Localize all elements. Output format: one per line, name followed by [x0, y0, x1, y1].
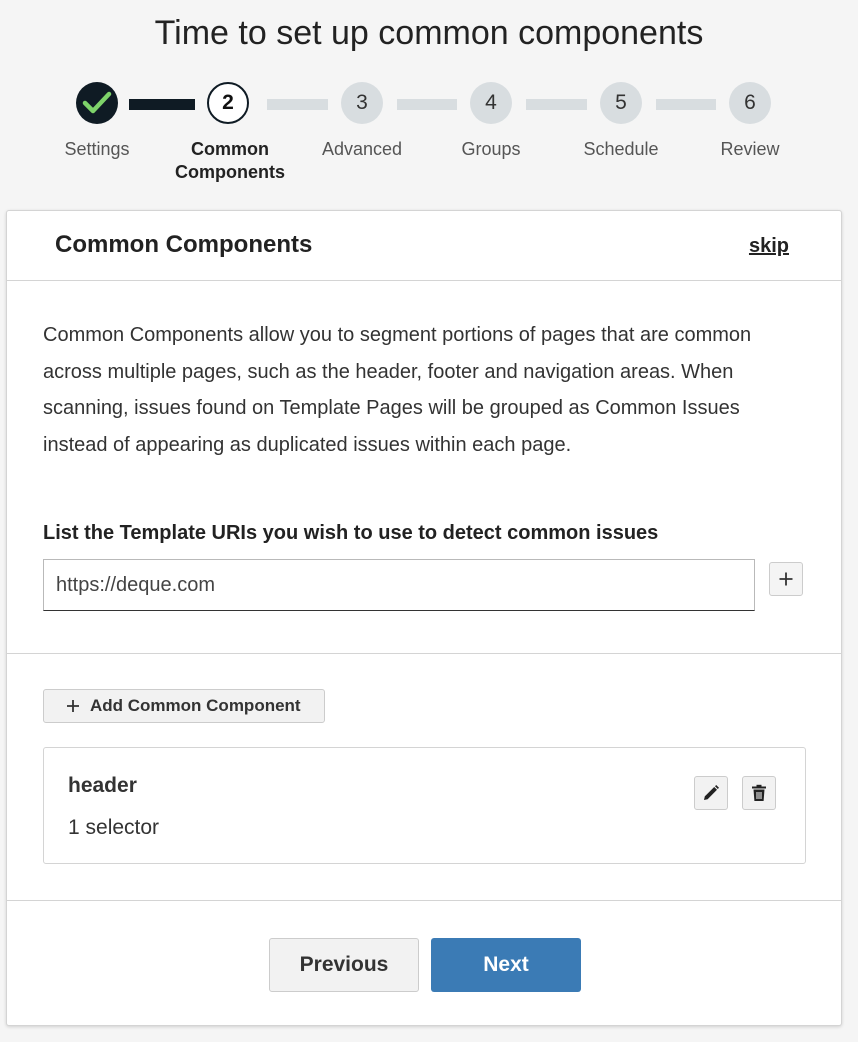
step-1-label: Settings: [27, 138, 167, 161]
step-number: 5: [615, 91, 627, 114]
uri-field-label: List the Template URIs you wish to use t…: [43, 522, 659, 544]
step-label-text: Review: [720, 139, 780, 159]
step-connector: [397, 99, 457, 110]
step-number: 2: [222, 91, 234, 114]
progress-stepper: Settings 2 Common Components 3 Advanced …: [0, 82, 858, 192]
add-common-component-button[interactable]: Add Common Component: [43, 689, 325, 723]
step-2-label: Common Components: [160, 138, 300, 184]
plus-icon: [779, 572, 793, 586]
step-connector-complete: [129, 99, 195, 110]
pencil-icon: [704, 785, 719, 800]
step-4-circle: 4: [470, 82, 512, 124]
step-label-text: Schedule: [583, 139, 659, 159]
card-header: Common Components skip: [7, 211, 841, 281]
check-icon: [82, 91, 112, 114]
component-list-item: header 1 selector: [43, 747, 806, 864]
step-number: 4: [485, 91, 497, 114]
add-common-component-label: Add Common Component: [90, 696, 301, 715]
step-5-label: Schedule: [551, 138, 691, 161]
template-uri-input[interactable]: [43, 559, 755, 611]
trash-icon: [752, 784, 766, 801]
step-5-circle: 5: [600, 82, 642, 124]
step-4-label: Groups: [421, 138, 561, 161]
step-3-label: Advanced: [292, 138, 432, 161]
common-components-card: Common Components skip Common Components…: [6, 210, 842, 1026]
step-connector: [267, 99, 328, 110]
step-2-circle: 2: [207, 82, 249, 124]
step-connector: [656, 99, 716, 110]
section-divider: [7, 900, 841, 901]
step-label-text: Components: [175, 162, 285, 182]
selector-count: 1 selector: [68, 816, 160, 839]
skip-link[interactable]: skip: [749, 235, 789, 258]
component-name: header: [68, 774, 137, 797]
add-uri-button[interactable]: [769, 562, 803, 596]
section-divider: [7, 653, 841, 654]
description-text: Common Components allow you to segment p…: [43, 324, 752, 456]
step-label-text: Advanced: [321, 139, 403, 159]
edit-component-button[interactable]: [694, 776, 728, 810]
step-label-text: Common: [191, 139, 269, 159]
plus-icon: [66, 699, 80, 713]
step-1-circle: [76, 82, 118, 124]
step-label-text: Settings: [64, 139, 130, 159]
card-title: Common Components: [55, 231, 313, 258]
step-connector: [526, 99, 587, 110]
page-title: Time to set up common components: [154, 14, 704, 52]
step-3-circle: 3: [341, 82, 383, 124]
step-number: 3: [356, 91, 368, 114]
delete-component-button[interactable]: [742, 776, 776, 810]
step-number: 6: [744, 91, 756, 114]
next-button[interactable]: Next: [431, 938, 581, 992]
step-label-text: Groups: [461, 139, 521, 159]
step-6-circle: 6: [729, 82, 771, 124]
step-6-label: Review: [680, 138, 820, 161]
previous-button[interactable]: Previous: [269, 938, 419, 992]
